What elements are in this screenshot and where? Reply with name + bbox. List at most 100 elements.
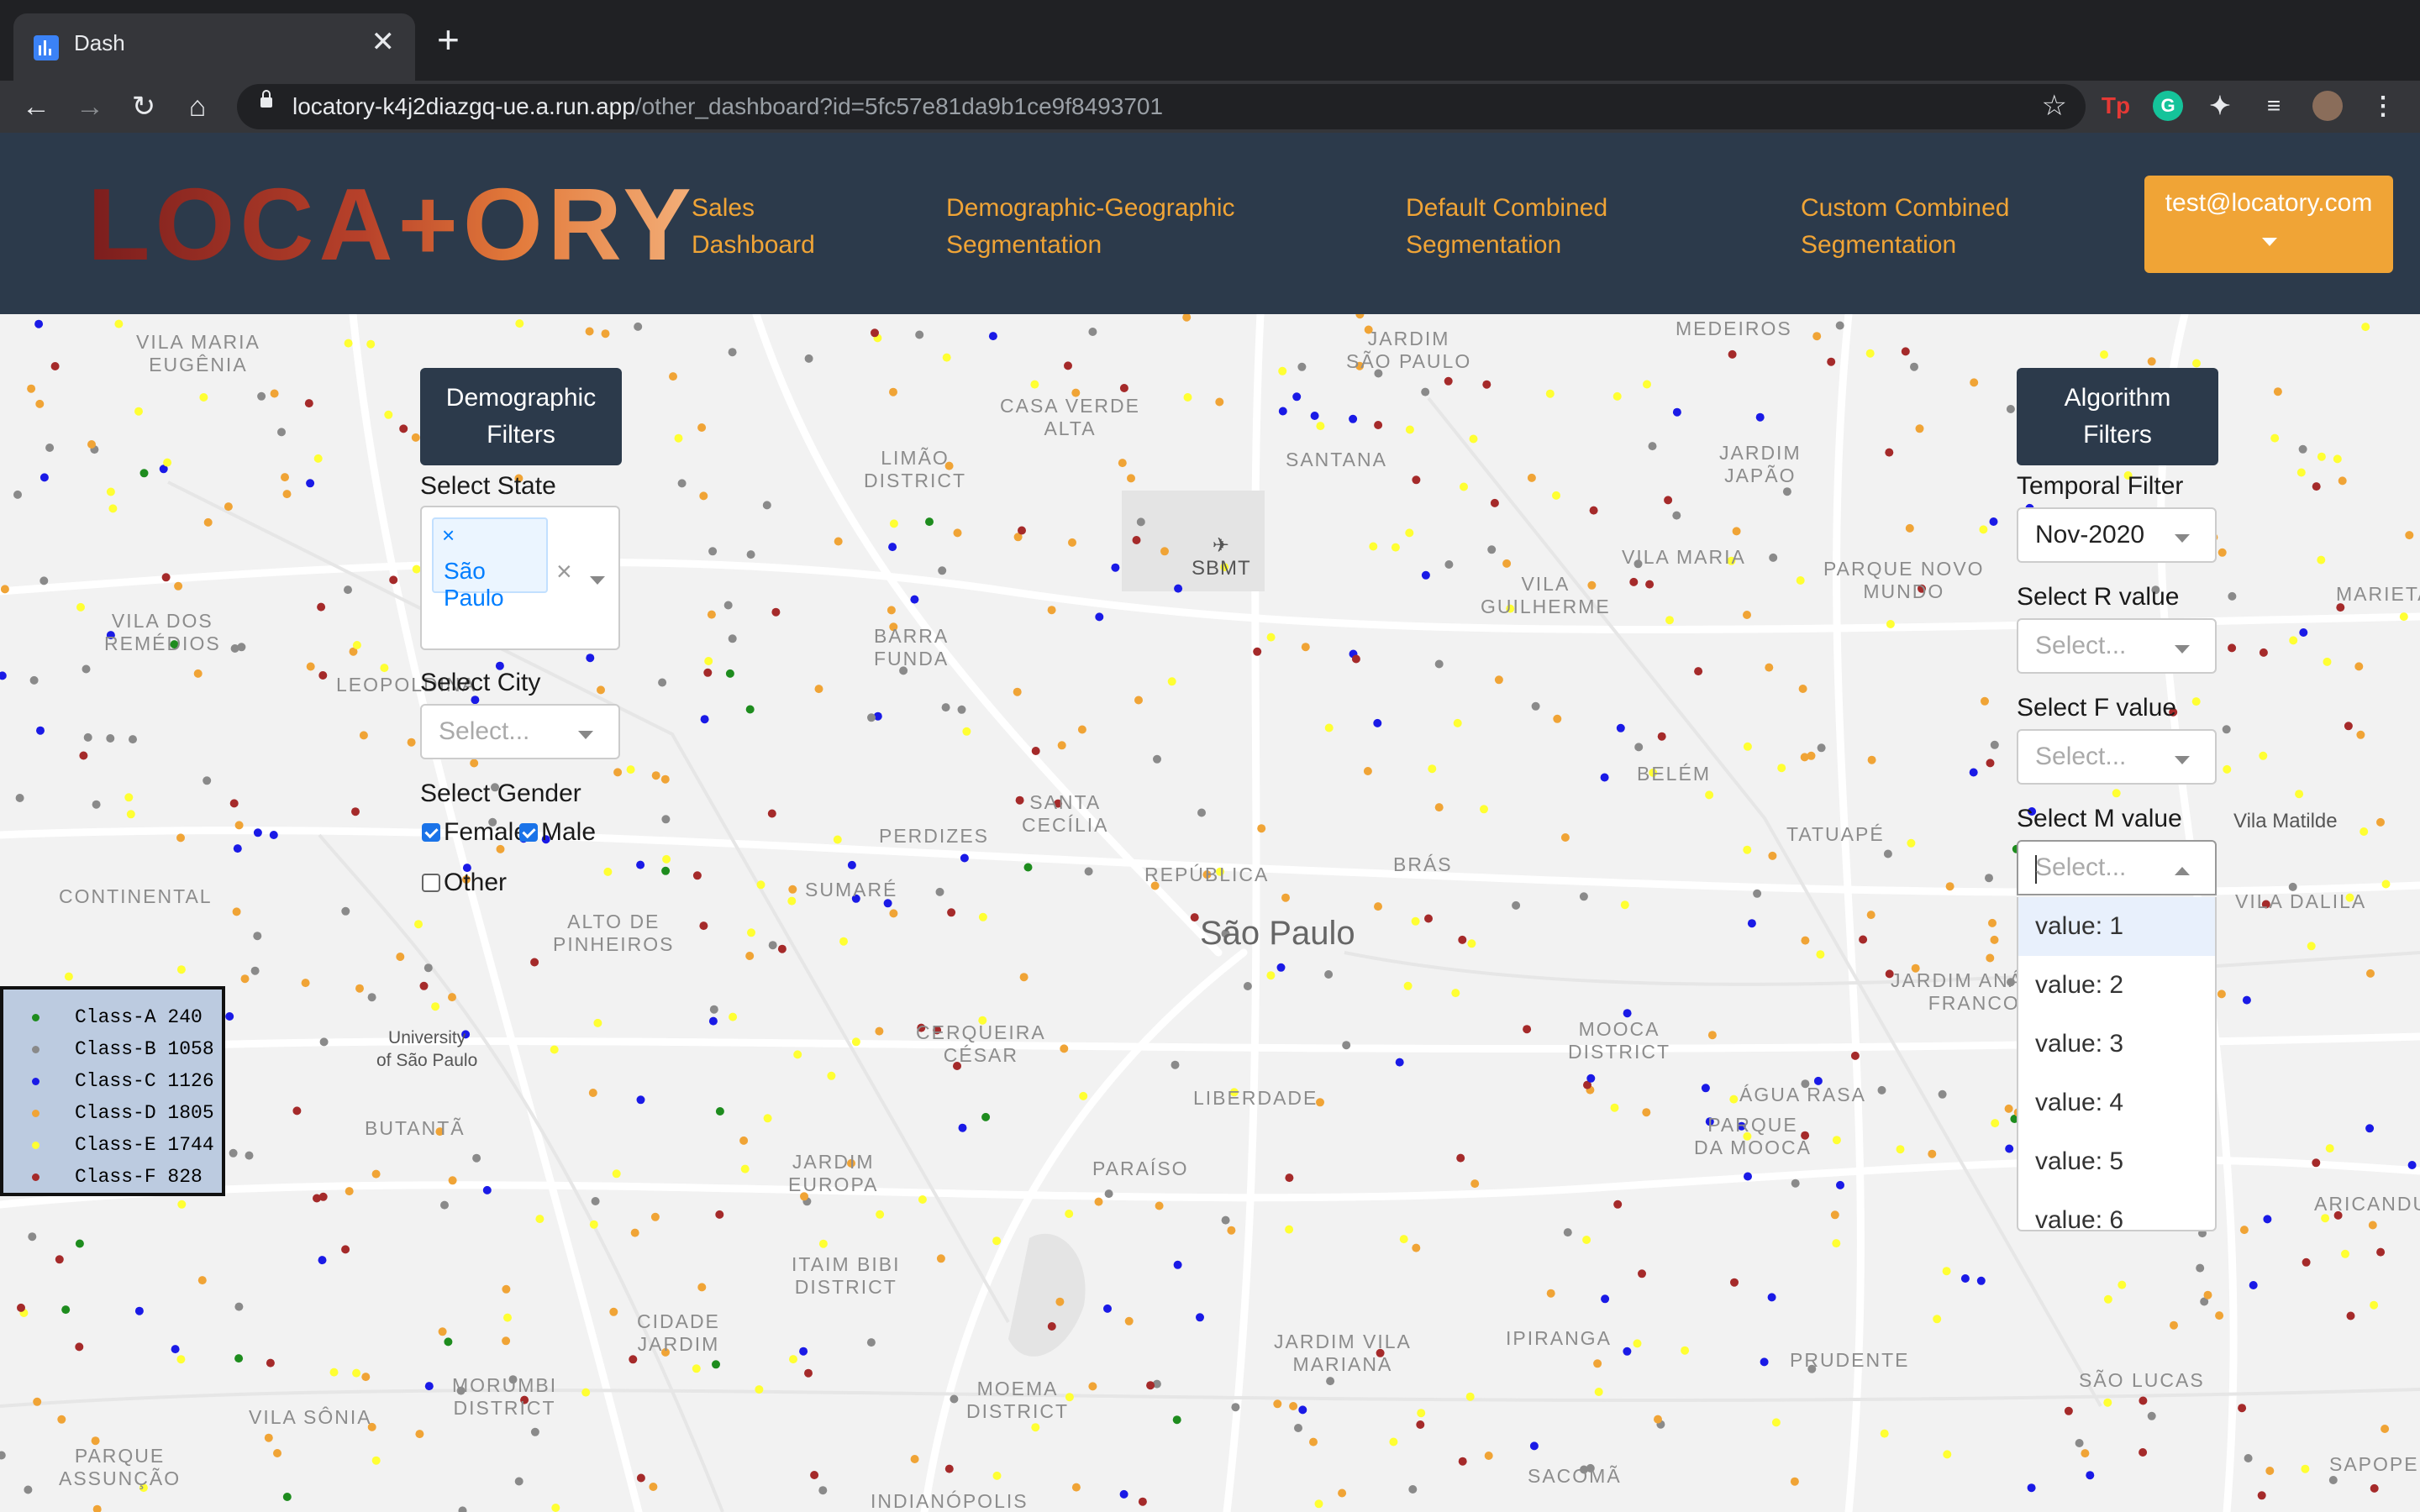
forward-icon[interactable]: →: [71, 87, 109, 126]
new-tab-icon[interactable]: +: [437, 18, 460, 60]
customer-point: [550, 1045, 559, 1054]
state-chip: × São Paulo: [432, 517, 548, 611]
m-value-dropdown-menu[interactable]: value: 1 value: 2 value: 3 value: 4 valu…: [2017, 897, 2217, 1231]
customer-point: [514, 1477, 523, 1486]
user-menu-button[interactable]: test@locatory.com: [2144, 176, 2393, 273]
media-controls-icon[interactable]: ≡: [2259, 91, 2289, 121]
customer-point: [203, 517, 213, 527]
algorithm-filters-header: Algorithm Filters: [2017, 368, 2218, 465]
customer-point: [257, 391, 266, 401]
browser-menu-icon[interactable]: ⋮: [2368, 91, 2398, 121]
customer-point: [2217, 548, 2227, 557]
customer-point: [700, 715, 709, 724]
locatory-logo[interactable]: LOCA+ORY: [87, 170, 697, 279]
checkbox[interactable]: [422, 874, 440, 892]
m-option[interactable]: value: 3: [2018, 1015, 2215, 1074]
customer-point: [988, 332, 997, 341]
customer-point: [2265, 1467, 2275, 1475]
checkbox[interactable]: [519, 823, 538, 842]
browser-tab[interactable]: Dash ✕: [13, 13, 415, 81]
customer-point: [581, 1388, 591, 1397]
customer-point: [746, 550, 755, 559]
nav-demographic-geographic[interactable]: Demographic-Geographic Segmentation: [946, 190, 1235, 264]
customer-point: [75, 1239, 84, 1248]
map-label: SÃO LUCAS: [2079, 1369, 2205, 1391]
state-multiselect[interactable]: × São Paulo ×: [420, 506, 620, 650]
customer-point: [75, 1342, 84, 1352]
customer-point: [2075, 1439, 2084, 1447]
checkbox[interactable]: [422, 823, 440, 842]
customer-point: [253, 932, 262, 941]
reload-icon[interactable]: ↻: [124, 87, 163, 126]
gender-checkbox-other[interactable]: Other: [422, 869, 507, 897]
m-value-select[interactable]: Select...: [2017, 840, 2217, 895]
legend-label: Class-D 1805: [75, 1102, 214, 1124]
customer-point: [1124, 1316, 1134, 1326]
customer-point: [134, 1306, 144, 1315]
customer-point: [161, 573, 171, 582]
extensions-puzzle-icon[interactable]: ✦: [2205, 91, 2235, 121]
m-option[interactable]: value: 1: [2018, 897, 2215, 956]
r-value-select[interactable]: Select...: [2017, 618, 2217, 674]
temporal-select[interactable]: Nov-2020: [2017, 507, 2217, 563]
customer-point: [747, 928, 755, 937]
customer-point: [2405, 531, 2414, 540]
customer-point: [237, 643, 246, 652]
customer-point: [1424, 914, 1433, 923]
back-icon[interactable]: ←: [17, 87, 55, 126]
customer-point: [1623, 1009, 1632, 1018]
legend-dot: [32, 1013, 39, 1021]
gender-checkbox-male[interactable]: Male: [519, 818, 596, 847]
customer-point: [1765, 663, 1774, 672]
customer-point: [650, 1212, 660, 1221]
customer-point: [306, 479, 315, 488]
m-option[interactable]: value: 2: [2018, 956, 2215, 1015]
m-option[interactable]: value: 6: [2018, 1191, 2215, 1230]
map-label: BARRA FUNDA: [874, 625, 950, 669]
map-label: JARDIM VILA MARIANA: [1274, 1331, 1412, 1375]
customer-point: [708, 547, 718, 556]
customer-point: [2333, 454, 2342, 464]
customer-point: [1643, 380, 1651, 389]
city-select[interactable]: Select...: [420, 704, 620, 759]
profile-avatar[interactable]: [2312, 91, 2343, 121]
customer-point: [1173, 1260, 1182, 1269]
nav-default-combined[interactable]: Default Combined Segmentation: [1406, 190, 1607, 264]
tab-close-icon[interactable]: ✕: [371, 25, 396, 59]
chevron-down-icon[interactable]: [590, 576, 605, 585]
f-value-select[interactable]: Select...: [2017, 729, 2217, 785]
nav-custom-combined[interactable]: Custom Combined Segmentation: [1801, 190, 2009, 264]
map-label: MARIETA: [2336, 583, 2420, 605]
customer-point: [313, 454, 323, 463]
m-option[interactable]: value: 5: [2018, 1132, 2215, 1191]
customer-point: [1877, 1085, 1886, 1095]
customer-point: [661, 815, 671, 824]
customer-point: [1257, 824, 1266, 833]
map-label: CIDADE JARDIM: [637, 1310, 720, 1355]
customer-point: [106, 487, 115, 496]
map-label: CONTINENTAL: [59, 885, 213, 907]
gender-checkbox-female[interactable]: Female: [422, 818, 528, 847]
m-option[interactable]: value: 4: [2018, 1074, 2215, 1132]
customer-point: [847, 860, 856, 869]
nav-sales-dashboard[interactable]: Sales Dashboard: [692, 190, 815, 264]
extension-tp-icon[interactable]: Tp: [2101, 91, 2131, 121]
m-placeholder: Select...: [2035, 853, 2127, 881]
customer-point: [958, 1123, 967, 1132]
grammarly-extension-icon[interactable]: G: [2153, 91, 2183, 121]
url-path: /other_dashboard?id=5fc57e81da9b1ce9f849…: [634, 93, 1164, 119]
remove-chip-icon[interactable]: ×: [442, 522, 455, 549]
customer-point: [1351, 654, 1360, 664]
nav-label-line1: Default Combined: [1406, 194, 1608, 222]
address-bar[interactable]: locatory-k4j2diazgq-ue.a.run.app/other_d…: [237, 84, 2086, 129]
clear-icon[interactable]: ×: [556, 556, 572, 587]
customer-point: [2361, 323, 2370, 332]
browser-tabstrip: Dash ✕ +: [0, 0, 2420, 81]
customer-point: [2203, 1290, 2212, 1299]
customer-point: [1064, 361, 1072, 370]
select-city-label: Select City: [420, 669, 541, 696]
bookmark-star-icon[interactable]: ☆: [2042, 89, 2067, 123]
customer-point: [699, 921, 708, 931]
panel-title-line2: Filters: [487, 421, 555, 449]
home-icon[interactable]: ⌂: [178, 87, 217, 126]
